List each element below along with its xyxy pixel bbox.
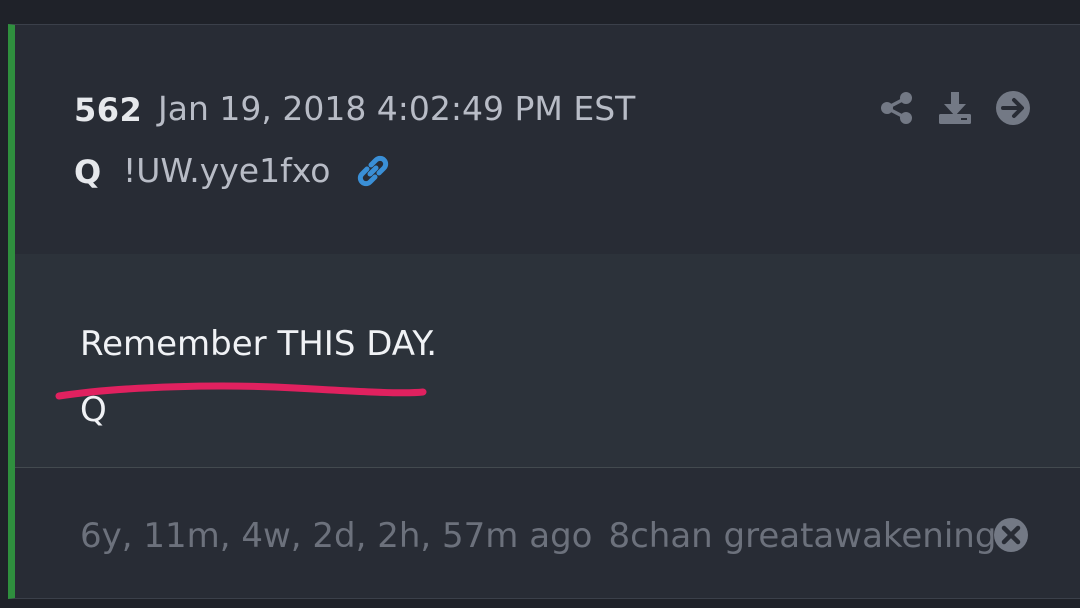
post-header: 562 Jan 19, 2018 4:02:49 PM EST Q !UW.yy… xyxy=(15,25,1080,254)
post-footer: 6y, 11m, 4w, 2d, 2h, 57m ago 8chan greata… xyxy=(15,468,1080,599)
author-name: Q xyxy=(74,153,102,191)
arrow-right-icon[interactable] xyxy=(994,89,1032,127)
post-text-line-1: Remember THIS DAY. xyxy=(80,324,438,364)
tripcode: !UW.yye1fxo xyxy=(123,151,331,190)
post-body: Remember THIS DAY. Q xyxy=(15,254,1080,467)
post-source[interactable]: 8chan greatawakening xyxy=(608,516,996,556)
post-actions xyxy=(878,89,1032,127)
post-card: 562 Jan 19, 2018 4:02:49 PM EST Q !UW.yy… xyxy=(8,24,1080,599)
post-meta: 6y, 11m, 4w, 2d, 2h, 57m ago 8chan greata… xyxy=(80,516,996,556)
download-icon[interactable] xyxy=(936,89,974,127)
link-icon[interactable] xyxy=(353,151,393,191)
post-age: 6y, 11m, 4w, 2d, 2h, 57m ago xyxy=(80,516,593,556)
share-icon[interactable] xyxy=(878,89,916,127)
post-number[interactable]: 562 xyxy=(74,91,142,129)
post-date: Jan 19, 2018 4:02:49 PM EST xyxy=(158,89,636,128)
post-signature: Q xyxy=(80,390,107,430)
close-icon[interactable] xyxy=(992,516,1030,554)
